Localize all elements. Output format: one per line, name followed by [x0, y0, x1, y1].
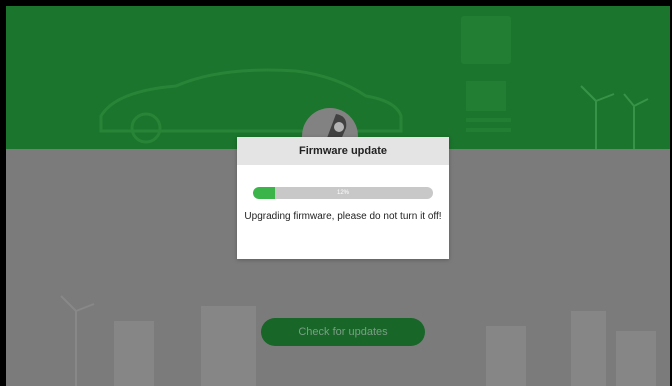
dialog-message: Upgrading firmware, please do not turn i…	[244, 211, 442, 222]
dialog-title: Firmware update	[237, 137, 449, 165]
firmware-update-dialog: Firmware update 12% Upgrading firmware, …	[237, 137, 449, 259]
progress-bar: 12%	[253, 187, 433, 199]
progress-label: 12%	[336, 190, 349, 196]
app-screen: Check for updates Firmware update 12% Up…	[6, 6, 670, 386]
